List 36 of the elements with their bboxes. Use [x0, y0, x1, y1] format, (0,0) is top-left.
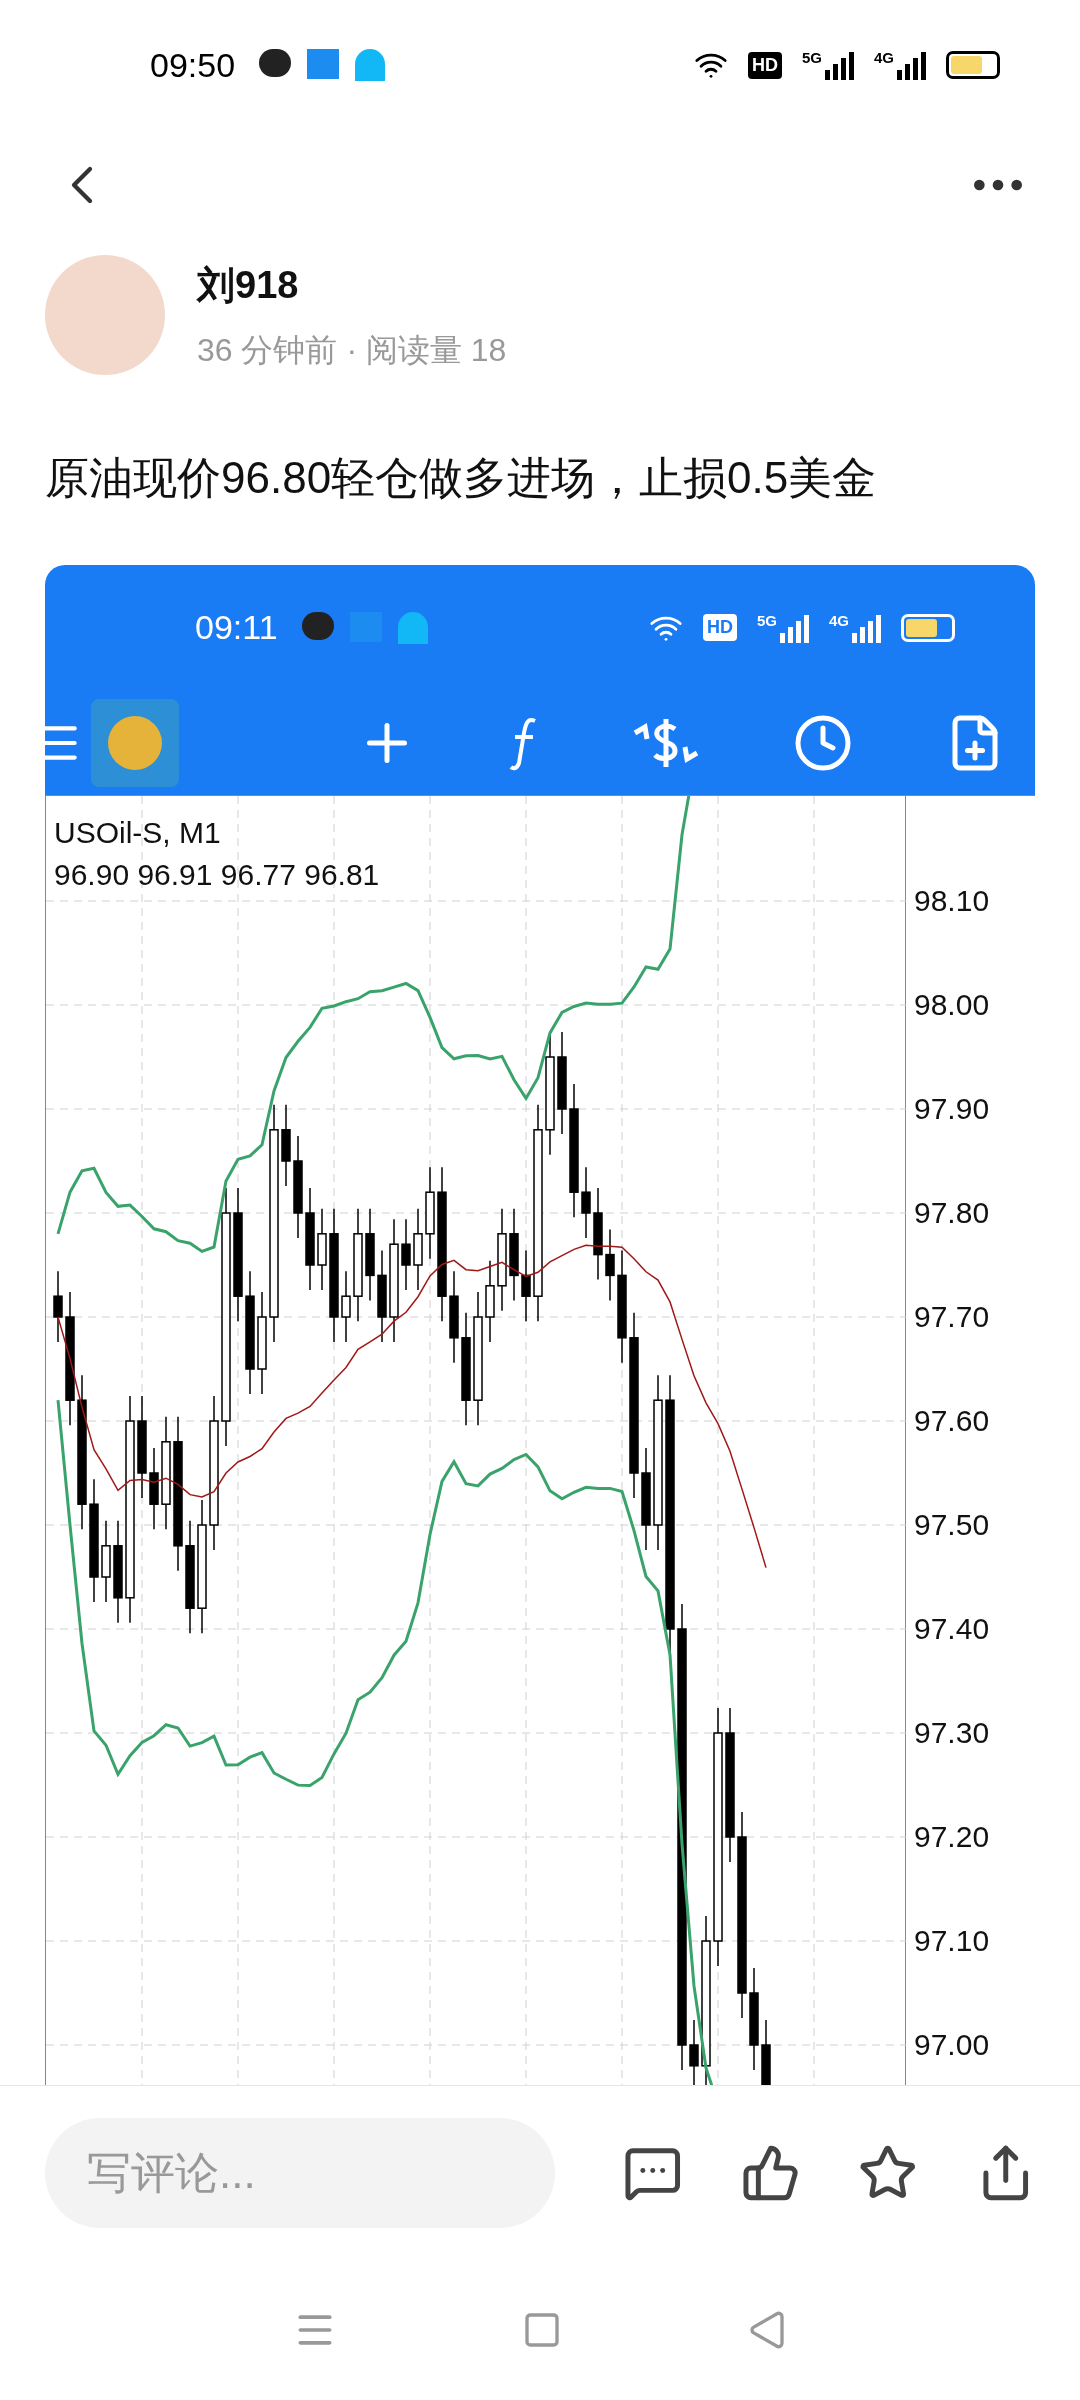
battery-icon — [901, 613, 955, 642]
signal-icon — [780, 614, 809, 643]
price-label: 97.70 — [914, 1302, 990, 1332]
price-label: 97.50 — [914, 1510, 990, 1540]
price-label: 97.40 — [914, 1614, 990, 1644]
status-time: 09:50 — [150, 44, 236, 86]
signal-icon — [852, 614, 881, 643]
hd-badge: HD — [702, 614, 737, 641]
post-text: 原油现价96.80轻仓做多进场，止损0.5美金 — [45, 451, 877, 504]
app-logo-icon — [91, 698, 179, 787]
network-label: 4G — [874, 50, 894, 65]
ohlc-values: 96.90 96.91 96.77 96.81 — [54, 857, 380, 893]
chart-symbol: USOil-S, M1 — [54, 815, 221, 851]
post-meta: 36 分钟前 · 阅读量 18 — [197, 330, 507, 370]
candle — [689, 2019, 699, 2085]
price-label: 97.30 — [914, 1718, 990, 1748]
signal-icon — [825, 52, 854, 80]
battery-icon — [946, 51, 1000, 79]
price-label: 97.60 — [914, 1406, 990, 1436]
network-label: 4G — [829, 612, 849, 628]
author-name[interactable]: 刘918 — [197, 256, 507, 314]
comment-input[interactable]: 写评论... — [45, 2118, 555, 2228]
hd-badge: HD — [747, 51, 782, 79]
price-label: 98.00 — [914, 990, 990, 1020]
price-label: 97.10 — [914, 1926, 990, 1956]
network-label: 5G — [756, 612, 777, 628]
signal-icon — [897, 52, 926, 80]
price-label: 97.90 — [914, 1094, 990, 1124]
price-label: 98.10 — [914, 886, 990, 916]
price-label: 97.80 — [914, 1198, 990, 1228]
home-icon[interactable] — [522, 2310, 562, 2350]
status-time: 09:11 — [195, 607, 278, 648]
network-label: 5G — [801, 50, 822, 65]
price-label: 97.20 — [914, 1822, 990, 1852]
price-label: 97.00 — [914, 2030, 990, 2060]
candle — [761, 2019, 771, 2085]
